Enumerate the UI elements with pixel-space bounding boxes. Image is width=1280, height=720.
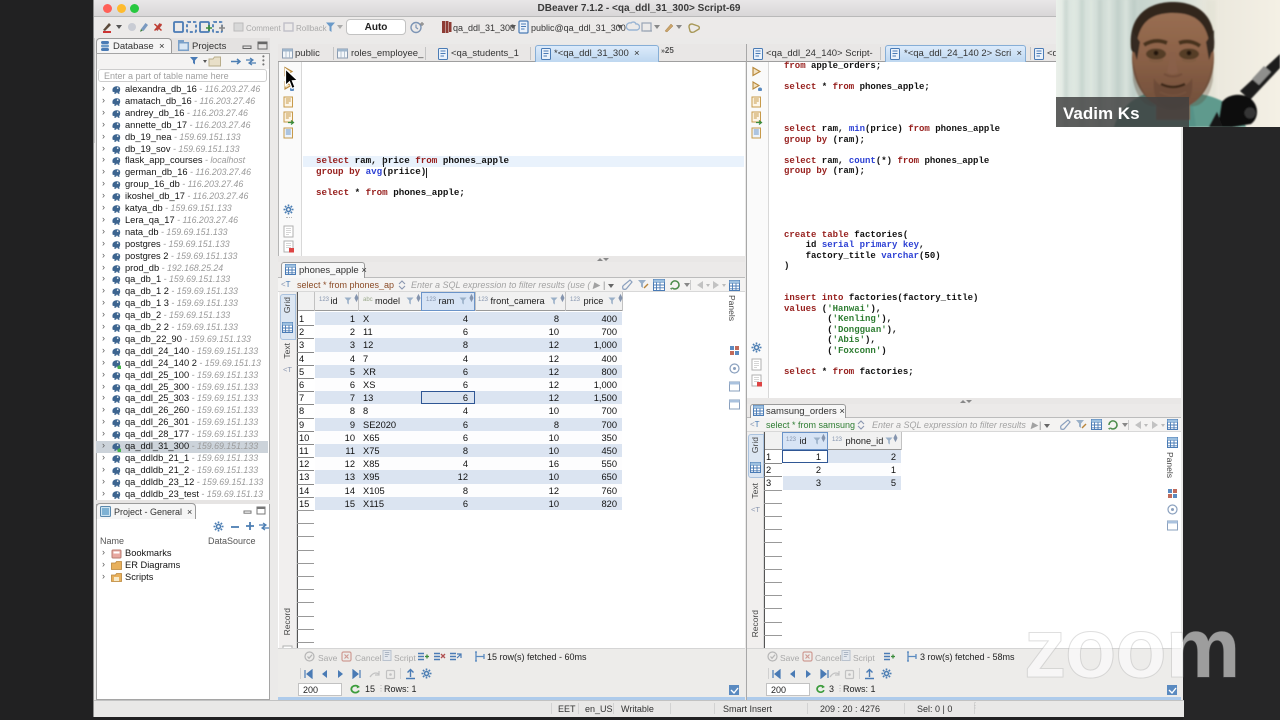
svg-text:Vadim Ks: Vadim Ks	[1063, 104, 1140, 123]
